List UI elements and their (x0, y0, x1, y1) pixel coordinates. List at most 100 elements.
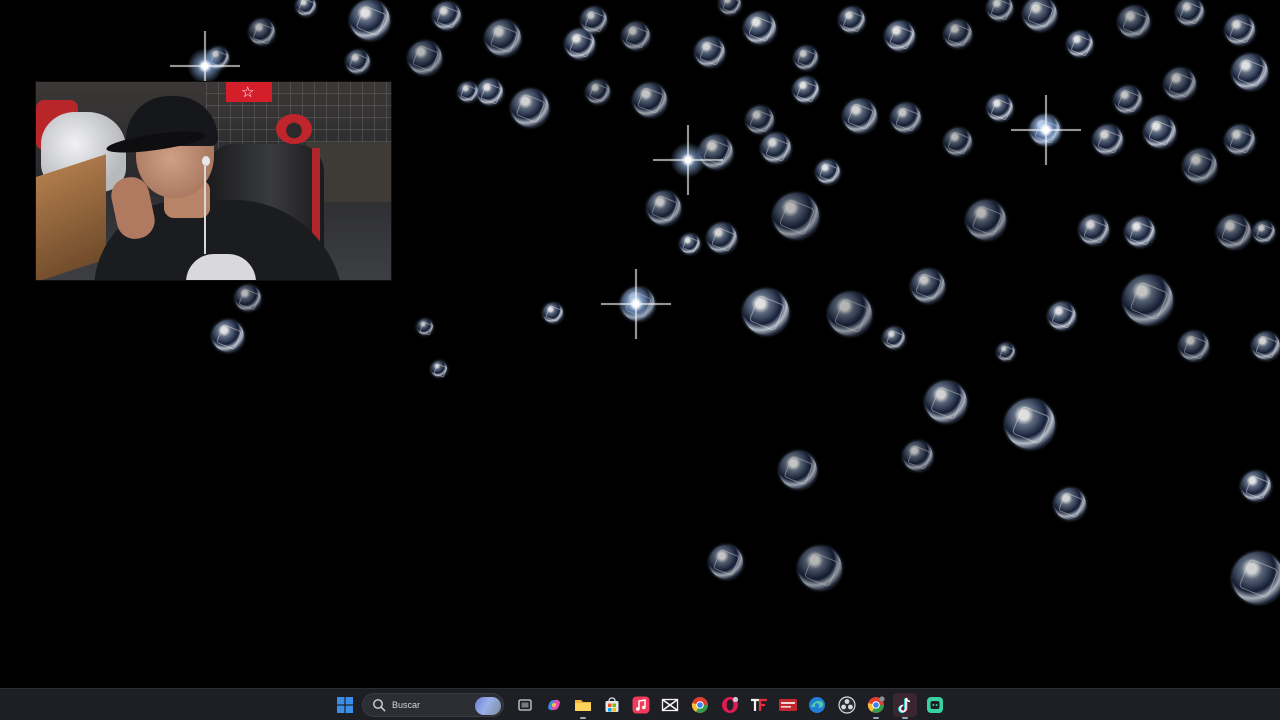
file-explorer-icon[interactable] (571, 693, 595, 719)
diamond (212, 320, 244, 352)
diamond (1225, 15, 1255, 45)
diamond (477, 79, 503, 105)
diamond (891, 103, 921, 133)
diamond (1144, 116, 1176, 148)
diamond (966, 200, 1006, 240)
diamond (1093, 125, 1123, 155)
webcam-earbud-cable (204, 164, 206, 254)
diamond (885, 21, 915, 51)
diamond (1252, 332, 1280, 360)
red-box-app-icon[interactable] (776, 693, 800, 717)
diamond (1023, 0, 1057, 31)
diamond (1179, 331, 1209, 361)
diamond (458, 82, 478, 102)
webcam-overlay (35, 81, 392, 281)
diamond (1114, 86, 1142, 114)
taskbar-search-box[interactable]: Buscar (362, 693, 504, 717)
diamond (1048, 302, 1076, 330)
copilot-icon[interactable] (542, 693, 566, 717)
diamond (433, 2, 461, 30)
diamond (1067, 31, 1093, 57)
diamond (793, 77, 819, 103)
diamond (235, 285, 261, 311)
diamond-sparkle (1011, 95, 1081, 165)
diamond (1183, 149, 1217, 183)
taskbar: Buscar (0, 688, 1280, 720)
diamond (709, 545, 743, 579)
webcam-desk (36, 154, 106, 280)
diamond (997, 343, 1015, 361)
diamond (296, 0, 316, 16)
tiktok-icon[interactable] (893, 693, 917, 719)
diamond (1079, 215, 1109, 245)
diamond (779, 451, 817, 489)
chrome-profile-icon[interactable] (864, 693, 888, 719)
tf-app-icon[interactable] (747, 693, 771, 717)
microsoft-store-icon[interactable] (600, 693, 624, 717)
diamond (1054, 488, 1086, 520)
diamond (680, 234, 700, 254)
diamond (417, 319, 433, 335)
diamond (1125, 217, 1155, 247)
webcam-red-lamp (276, 114, 312, 144)
diamond (773, 193, 819, 239)
diamond (746, 106, 774, 134)
diamond (431, 361, 447, 377)
diamond (1005, 399, 1055, 449)
diamond (1118, 6, 1150, 38)
diamond (695, 37, 725, 67)
diamond (647, 191, 681, 225)
diamond-sparkle (653, 125, 723, 195)
chrome-icon[interactable] (688, 693, 712, 717)
diamond (485, 20, 521, 56)
diamond (925, 381, 967, 423)
green-app-icon[interactable] (923, 693, 947, 717)
diamond (816, 160, 840, 184)
diamond (1232, 552, 1280, 604)
diamond (883, 327, 905, 349)
task-view-icon[interactable] (513, 693, 537, 717)
apple-music-icon[interactable] (629, 693, 653, 717)
diamond (350, 0, 390, 40)
windows-start-icon[interactable] (333, 693, 357, 717)
diamond (719, 0, 741, 15)
diamond (944, 20, 972, 48)
diamond (1225, 125, 1255, 155)
diamond (1253, 221, 1275, 243)
opera-gx-icon[interactable] (718, 693, 742, 717)
diamond (249, 19, 275, 45)
diamond (586, 80, 610, 104)
diamond-sparkle (601, 269, 671, 339)
diamond (633, 83, 667, 117)
diamond (1241, 471, 1271, 501)
diamond (543, 303, 563, 323)
diamond (828, 292, 872, 336)
diamond (987, 95, 1013, 121)
search-highlight-image (475, 697, 501, 715)
diamond (987, 0, 1013, 21)
diamond (761, 133, 791, 163)
diamond (944, 128, 972, 156)
diamond (1123, 275, 1173, 325)
diamond (565, 29, 595, 59)
diamond (839, 7, 865, 33)
diamond (798, 546, 842, 590)
edge-icon[interactable] (805, 693, 829, 717)
diamond (794, 46, 818, 70)
diamond (1164, 68, 1196, 100)
diamond (1176, 0, 1204, 26)
diamond (1217, 215, 1251, 249)
search-icon (373, 699, 386, 712)
diamond (346, 50, 370, 74)
diamond (707, 223, 737, 253)
webcam-red-sign (226, 82, 272, 102)
diamond (622, 22, 650, 50)
diamond (911, 269, 945, 303)
obs-studio-icon[interactable] (835, 693, 859, 717)
capcut-icon[interactable] (658, 693, 682, 717)
diamond (511, 89, 549, 127)
search-placeholder: Buscar (392, 700, 421, 710)
diamond (744, 12, 776, 44)
diamond (1232, 54, 1268, 90)
diamond (581, 7, 607, 33)
